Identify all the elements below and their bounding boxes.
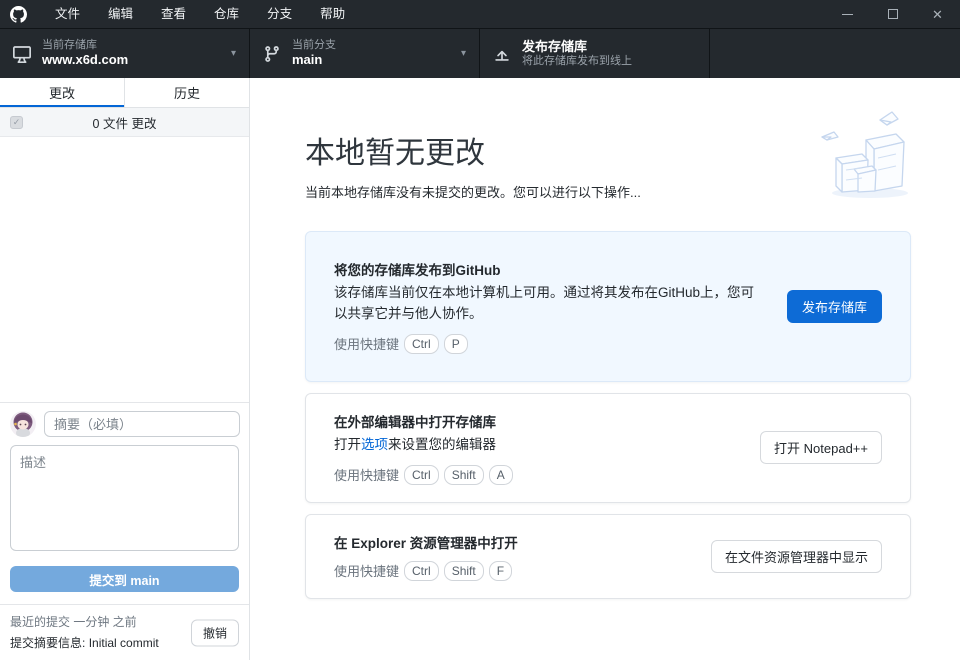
kbd-a: A xyxy=(489,465,513,485)
branch-text: 当前分支 main xyxy=(292,39,336,69)
publish-repository-button[interactable]: 发布存储库 xyxy=(787,290,882,323)
repository-label: 当前存储库 xyxy=(42,39,128,53)
publish-title: 发布存储库 xyxy=(522,39,632,55)
app-body: 更改 历史 ✓ 0 文件 更改 xyxy=(0,78,960,660)
menu-edit[interactable]: 编辑 xyxy=(94,0,147,28)
menu-help[interactable]: 帮助 xyxy=(306,0,359,28)
publish-text: 发布存储库 将此存储库发布到线上 xyxy=(522,39,632,69)
github-logo-icon xyxy=(10,6,27,23)
current-repository-button[interactable]: 当前存储库 www.x6d.com ▾ xyxy=(0,29,250,78)
menu-repository[interactable]: 仓库 xyxy=(200,0,253,28)
current-branch-button[interactable]: 当前分支 main ▾ xyxy=(250,29,480,78)
shortcut-label: 使用快捷键 xyxy=(334,561,399,580)
repository-text: 当前存储库 www.x6d.com xyxy=(42,39,128,69)
close-icon: ✕ xyxy=(932,8,943,21)
open-editor-card-title: 在外部编辑器中打开存储库 xyxy=(334,411,740,431)
open-explorer-card: 在 Explorer 资源管理器中打开 使用快捷键 Ctrl Shift F 在… xyxy=(305,514,911,599)
publish-card: 将您的存储库发布到GitHub 该存储库当前仅在本地计算机上可用。通过将其发布在… xyxy=(305,231,911,382)
publish-subtitle: 将此存储库发布到线上 xyxy=(522,55,632,69)
computer-icon xyxy=(13,45,31,63)
kbd-f: F xyxy=(489,561,512,581)
commit-button-prefix: 提交到 xyxy=(89,574,130,588)
kbd-ctrl: Ctrl xyxy=(404,334,439,354)
changed-files-list xyxy=(0,137,249,402)
titlebar: 文件 编辑 查看 仓库 分支 帮助 ✕ xyxy=(0,0,960,28)
tab-changes[interactable]: 更改 xyxy=(0,78,125,107)
kbd-shift: Shift xyxy=(444,465,484,485)
open-explorer-card-content: 在 Explorer 资源管理器中打开 使用快捷键 Ctrl Shift F xyxy=(334,532,691,581)
user-avatar xyxy=(10,411,36,437)
chevron-down-icon: ▾ xyxy=(461,48,466,59)
options-link[interactable]: 选项 xyxy=(361,437,388,452)
repository-name: www.x6d.com xyxy=(42,52,128,68)
editor-body-suffix: 来设置您的编辑器 xyxy=(388,437,496,452)
recent-commit-summary-label: 提交摘要信息: xyxy=(10,636,85,650)
menu-file[interactable]: 文件 xyxy=(41,0,94,28)
kbd-p: P xyxy=(444,334,468,354)
sidebar: 更改 历史 ✓ 0 文件 更改 xyxy=(0,78,250,660)
commit-summary-input[interactable] xyxy=(44,411,240,437)
menu-bar: 文件 编辑 查看 仓库 分支 帮助 xyxy=(41,0,359,28)
toolbar: 当前存储库 www.x6d.com ▾ 当前分支 main ▾ 发布存储库 将此… xyxy=(0,28,960,78)
kbd-ctrl: Ctrl xyxy=(404,561,439,581)
recent-commit-summary-value: Initial commit xyxy=(89,636,159,650)
open-explorer-card-title: 在 Explorer 资源管理器中打开 xyxy=(334,532,691,552)
maximize-icon xyxy=(888,9,898,19)
commit-form: 提交到 main xyxy=(0,402,249,604)
kbd-ctrl: Ctrl xyxy=(404,465,439,485)
branch-name: main xyxy=(292,52,336,68)
close-button[interactable]: ✕ xyxy=(915,0,960,28)
menu-branch[interactable]: 分支 xyxy=(253,0,306,28)
open-explorer-card-shortcut: 使用快捷键 Ctrl Shift F xyxy=(334,561,691,581)
window-controls: ✕ xyxy=(825,0,960,28)
open-editor-card-body: 打开选项来设置您的编辑器 xyxy=(334,435,740,456)
upload-icon xyxy=(493,45,511,63)
commit-button-branch: main xyxy=(130,574,159,588)
publish-repository-toolbar-button[interactable]: 发布存储库 将此存储库发布到线上 xyxy=(480,29,710,78)
git-branch-icon xyxy=(263,45,281,63)
open-editor-card-shortcut: 使用快捷键 Ctrl Shift A xyxy=(334,465,740,485)
commit-description-input[interactable] xyxy=(10,445,239,551)
recent-commit-section: 最近的提交 一分钟 之前 提交摘要信息: Initial commit 撤销 xyxy=(0,604,249,660)
menu-view[interactable]: 查看 xyxy=(147,0,200,28)
chevron-down-icon: ▾ xyxy=(231,48,236,59)
app-window: 文件 编辑 查看 仓库 分支 帮助 ✕ 当前存储库 www.x6d.com ▾ … xyxy=(0,0,960,660)
publish-card-title: 将您的存储库发布到GitHub xyxy=(334,259,767,279)
main-content: 本地暂无更改 当前本地存储库没有未提交的更改。您可以进行以下操作... 将您的存… xyxy=(250,78,960,660)
kbd-shift: Shift xyxy=(444,561,484,581)
publish-card-shortcut: 使用快捷键 Ctrl P xyxy=(334,334,767,354)
boxes-illustration xyxy=(808,96,928,206)
shortcut-label: 使用快捷键 xyxy=(334,465,399,484)
editor-body-prefix: 打开 xyxy=(334,437,361,452)
sidebar-tabs: 更改 历史 xyxy=(0,78,249,108)
publish-card-content: 将您的存储库发布到GitHub 该存储库当前仅在本地计算机上可用。通过将其发布在… xyxy=(334,259,767,354)
changed-files-count: 0 文件 更改 xyxy=(10,113,239,132)
undo-button[interactable]: 撤销 xyxy=(191,619,239,646)
shortcut-label: 使用快捷键 xyxy=(334,334,399,353)
suggested-actions: 将您的存储库发布到GitHub 该存储库当前仅在本地计算机上可用。通过将其发布在… xyxy=(305,231,910,599)
open-editor-card: 在外部编辑器中打开存储库 打开选项来设置您的编辑器 使用快捷键 Ctrl Shi… xyxy=(305,393,911,503)
show-in-explorer-button[interactable]: 在文件资源管理器中显示 xyxy=(711,540,882,573)
minimize-icon xyxy=(842,14,853,15)
tab-history[interactable]: 历史 xyxy=(125,78,249,107)
files-header: ✓ 0 文件 更改 xyxy=(0,108,249,137)
open-editor-card-content: 在外部编辑器中打开存储库 打开选项来设置您的编辑器 使用快捷键 Ctrl Shi… xyxy=(334,411,740,485)
branch-label: 当前分支 xyxy=(292,39,336,53)
minimize-button[interactable] xyxy=(825,0,870,28)
maximize-button[interactable] xyxy=(870,0,915,28)
open-editor-button[interactable]: 打开 Notepad++ xyxy=(760,431,882,464)
publish-card-body: 该存储库当前仅在本地计算机上可用。通过将其发布在GitHub上，您可以共享它并与… xyxy=(334,283,767,325)
commit-button[interactable]: 提交到 main xyxy=(10,566,239,592)
